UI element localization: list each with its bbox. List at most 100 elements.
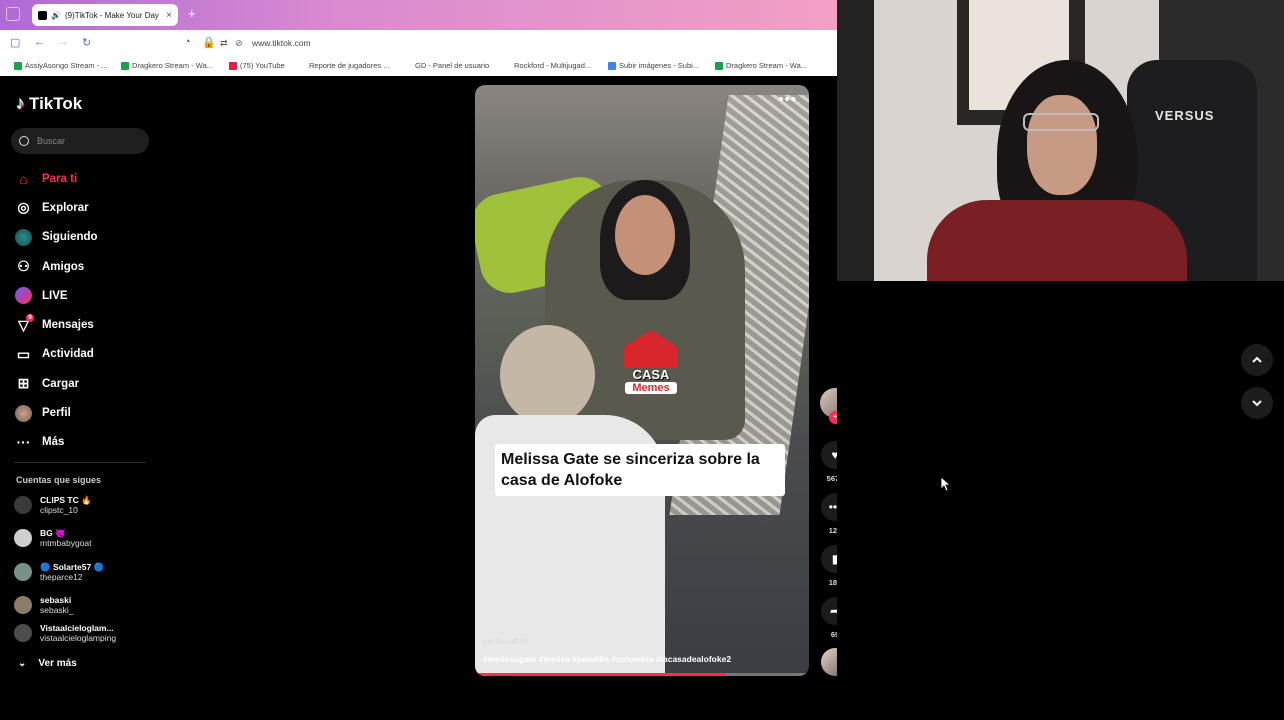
avatar: [14, 563, 32, 581]
more-options-icon[interactable]: •••: [778, 91, 797, 108]
bookmark-label: Dragkero Stream - Wa...: [726, 61, 807, 70]
bookmark-favicon-icon: [608, 61, 616, 70]
bookmark-label: (75) YouTube: [240, 61, 285, 70]
following-account[interactable]: CLIPS TC 🔥 clipstc_10: [14, 495, 154, 515]
reload-icon[interactable]: ↻: [82, 36, 91, 49]
sidebar-item-upload[interactable]: ⊞ Cargar: [14, 369, 154, 398]
shield-icon[interactable]: ◔: [184, 36, 191, 48]
sidebar-item-label: Siguiendo: [42, 231, 98, 244]
account-handle: mtmbabygoat: [40, 538, 92, 548]
sidebar-item-label: Actividad: [42, 348, 94, 361]
next-video-button[interactable]: [1241, 387, 1273, 419]
creator-avatar[interactable]: +: [818, 388, 837, 424]
comment-count: 127: [828, 526, 837, 535]
bookmark-label: Subir imágenes - Subi...: [619, 61, 700, 70]
bookmark-item[interactable]: Rockford - Multijugad...: [514, 61, 591, 70]
sidebar-item-live[interactable]: LIVE: [14, 281, 154, 310]
close-tab-icon[interactable]: ×: [166, 10, 172, 21]
sidebar-divider: [14, 462, 146, 463]
share-icon: ➦: [821, 597, 837, 625]
avatar: [14, 624, 32, 642]
speaker-icon[interactable]: 🔊: [51, 11, 61, 20]
bookmark-label: Dragkero Stream - Wa...: [132, 61, 213, 70]
video-username[interactable]: yerlimar014: [483, 637, 527, 646]
sidebar-item-label: Para ti: [42, 172, 78, 185]
more-icon: ···: [16, 434, 31, 451]
video-player[interactable]: ••• CASA Memes Melissa Gate se sinceriza…: [475, 85, 809, 676]
follow-plus-icon[interactable]: +: [829, 411, 837, 424]
bookmark-favicon-icon: [121, 61, 129, 70]
bookmark-item[interactable]: Subir imágenes - Subi...: [608, 61, 699, 70]
bookmark-item[interactable]: GD - Panel de usuario: [415, 61, 489, 70]
site-info-icon[interactable]: ⊘: [235, 38, 243, 49]
bookmark-item[interactable]: Dragkero Stream - Wa...: [715, 61, 807, 70]
bookmarks-bar: AssiyAsongo Stream - ... Dragkero Stream …: [0, 56, 837, 77]
sidebar-item-activity[interactable]: ▭ Actividad: [14, 340, 154, 369]
heart-icon: ♥: [821, 441, 837, 469]
sidebar-item-home[interactable]: ⌂ Para ti: [14, 164, 154, 193]
account-handle: theparce12: [40, 572, 83, 582]
bookmark-label: Reporte de jugadores ...: [309, 61, 390, 70]
following-title: Cuentas que sigues: [16, 475, 102, 485]
bookmark-favicon-icon: [229, 61, 237, 70]
search-input[interactable]: [35, 135, 139, 147]
address-bar[interactable]: www.tiktok.com: [252, 38, 311, 48]
sidebar-item-label: Amigos: [42, 260, 85, 273]
back-icon[interactable]: ←: [34, 36, 45, 48]
following-account[interactable]: 🔵 Solarte57 🔵 theparce12: [14, 562, 154, 582]
bookmark-item[interactable]: (75) YouTube: [229, 61, 285, 70]
video-caption: Melissa Gate se sinceriza sobre la casa …: [495, 444, 785, 496]
video-hashtags[interactable]: #melissagate #melisa #pandilla #colombia…: [483, 654, 731, 664]
sidebar-item-label: Cargar: [42, 377, 80, 390]
like-button[interactable]: ♥ 5679: [818, 441, 837, 483]
sidebar-item-compass[interactable]: ◎ Explorar: [14, 193, 154, 222]
search-box[interactable]: [11, 128, 149, 154]
nav-bar: ▢ ← → ↻ ◔ 🔒 ⇄ ⊘ www.tiktok.com: [0, 30, 837, 56]
sidebar-item-messages[interactable]: ▽ 9 Mensajes: [14, 310, 154, 339]
tab-strip: 🔊 (9)TikTok - Make Your Day × +: [0, 0, 837, 30]
bookmark-item[interactable]: Dragkero Stream - Wa...: [121, 61, 213, 70]
account-name: BG 😈: [40, 528, 66, 538]
sidebar-item-more[interactable]: ··· Más: [14, 428, 154, 457]
following-account[interactable]: sebaski sebaski_: [14, 595, 154, 615]
tiktok-favicon-icon: [38, 10, 47, 20]
sidebar-item-label: Perfil: [42, 407, 71, 420]
sidebar-item-friends[interactable]: ⚇ Amigos: [14, 252, 154, 281]
sidebar-item-following[interactable]: Siguiendo: [14, 223, 154, 252]
bookmark-item[interactable]: AssiyAsongo Stream - ...: [14, 61, 108, 70]
bookmark-favicon-icon: [14, 61, 22, 70]
right-panel: VERSUS: [837, 0, 1284, 720]
save-button[interactable]: ▮ 182: [818, 545, 837, 587]
comment-icon: •••: [821, 493, 837, 521]
following-account[interactable]: BG 😈 mtmbabygoat: [14, 528, 154, 548]
permissions-icon[interactable]: ⇄: [220, 38, 228, 49]
sidebar-icon[interactable]: ▢: [10, 36, 20, 49]
music-disc[interactable]: [818, 648, 837, 676]
profile-icon: [14, 404, 33, 423]
comment-button[interactable]: ••• 127: [818, 493, 837, 535]
bookmark-item[interactable]: Reporte de jugadores ...: [309, 61, 389, 70]
sidebar-item-label: LIVE: [42, 289, 68, 302]
compass-icon: ◎: [17, 199, 30, 216]
like-count: 5679: [826, 474, 837, 483]
mouse-cursor-icon: [940, 476, 950, 492]
share-button[interactable]: ➦ 69: [818, 597, 837, 639]
tiktok-page: ♪ TikTok ⌂ Para ti ◎ Explorar Siguiendo ⚇ Amig…: [0, 76, 837, 720]
upload-icon: ⊞: [17, 375, 30, 392]
sidebar-toggle-icon[interactable]: [6, 7, 20, 21]
account-name: CLIPS TC 🔥: [40, 495, 92, 505]
sidebar-item-profile[interactable]: Perfil: [14, 398, 154, 427]
account-name: Vistaalcieloglam...: [40, 623, 114, 633]
sidebar-item-label: Mensajes: [42, 319, 94, 332]
active-tab[interactable]: 🔊 (9)TikTok - Make Your Day ×: [32, 4, 178, 26]
tiktok-logo[interactable]: ♪ TikTok: [16, 93, 82, 114]
sidebar-item-label: Explorar: [42, 201, 89, 214]
new-tab-icon[interactable]: +: [188, 6, 196, 21]
see-more-button[interactable]: ⌄ Ver más: [18, 658, 77, 669]
lock-icon[interactable]: 🔒: [202, 36, 216, 49]
previous-video-button[interactable]: [1241, 344, 1273, 376]
video-progress[interactable]: [475, 673, 809, 676]
bookmark-favicon-icon: [715, 61, 723, 70]
forward-icon[interactable]: →: [58, 36, 69, 48]
following-account[interactable]: Vistaalcieloglam... vistaalcieloglamping: [14, 623, 154, 643]
